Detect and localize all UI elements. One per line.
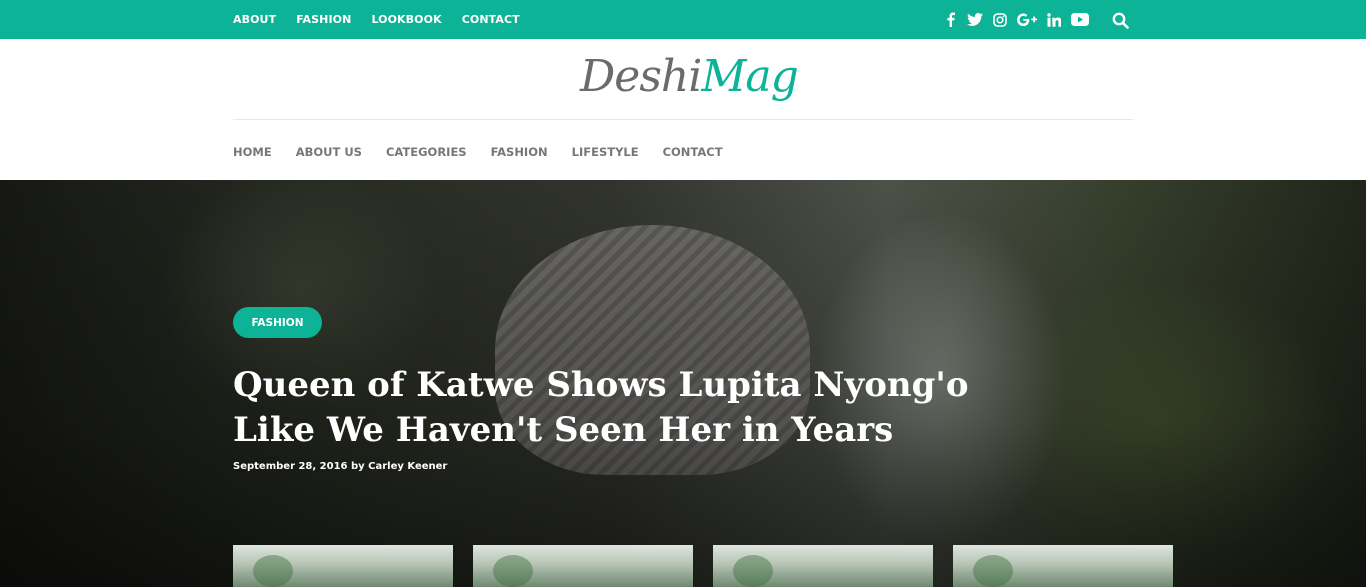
logo-text-accent: Mag bbox=[701, 51, 798, 102]
top-nav: ABOUT FASHION LOOKBOOK CONTACT bbox=[233, 0, 540, 39]
logo-text-primary: Deshi bbox=[580, 51, 702, 102]
main-nav-lifestyle[interactable]: LIFESTYLE bbox=[572, 145, 639, 159]
post-thumbnail[interactable] bbox=[713, 545, 933, 587]
post-thumbnail[interactable] bbox=[473, 545, 693, 587]
main-nav: HOME ABOUT US CATEGORIES FASHION LIFESTY… bbox=[233, 140, 747, 164]
twitter-icon[interactable] bbox=[967, 12, 983, 28]
top-nav-lookbook[interactable]: LOOKBOOK bbox=[371, 13, 441, 26]
social-links bbox=[942, 0, 1098, 39]
post-thumbnail[interactable] bbox=[953, 545, 1173, 587]
category-badge[interactable]: FASHION bbox=[233, 307, 322, 338]
hero-title[interactable]: Queen of Katwe Shows Lupita Nyong'o Like… bbox=[233, 363, 993, 453]
instagram-icon[interactable] bbox=[992, 12, 1008, 28]
main-nav-categories[interactable]: CATEGORIES bbox=[386, 145, 467, 159]
main-nav-fashion[interactable]: FASHION bbox=[491, 145, 548, 159]
main-nav-contact[interactable]: CONTACT bbox=[663, 145, 723, 159]
post-thumbnail[interactable] bbox=[233, 545, 453, 587]
main-nav-home[interactable]: HOME bbox=[233, 145, 272, 159]
search-icon[interactable] bbox=[1110, 10, 1130, 30]
top-nav-contact[interactable]: CONTACT bbox=[462, 13, 520, 26]
youtube-icon[interactable] bbox=[1071, 12, 1089, 28]
site-logo[interactable]: Deshi Mag bbox=[580, 44, 799, 110]
header-divider bbox=[233, 119, 1133, 120]
top-nav-about[interactable]: ABOUT bbox=[233, 13, 276, 26]
linkedin-icon[interactable] bbox=[1046, 12, 1062, 28]
google-plus-icon[interactable] bbox=[1017, 12, 1037, 28]
hero-featured-post[interactable]: FASHION Queen of Katwe Shows Lupita Nyon… bbox=[0, 180, 1366, 587]
facebook-icon[interactable] bbox=[942, 12, 958, 28]
main-nav-about-us[interactable]: ABOUT US bbox=[296, 145, 362, 159]
post-meta: September 28, 2016 by Carley Keener bbox=[233, 461, 448, 472]
top-bar: ABOUT FASHION LOOKBOOK CONTACT bbox=[0, 0, 1366, 39]
top-nav-fashion[interactable]: FASHION bbox=[296, 13, 351, 26]
